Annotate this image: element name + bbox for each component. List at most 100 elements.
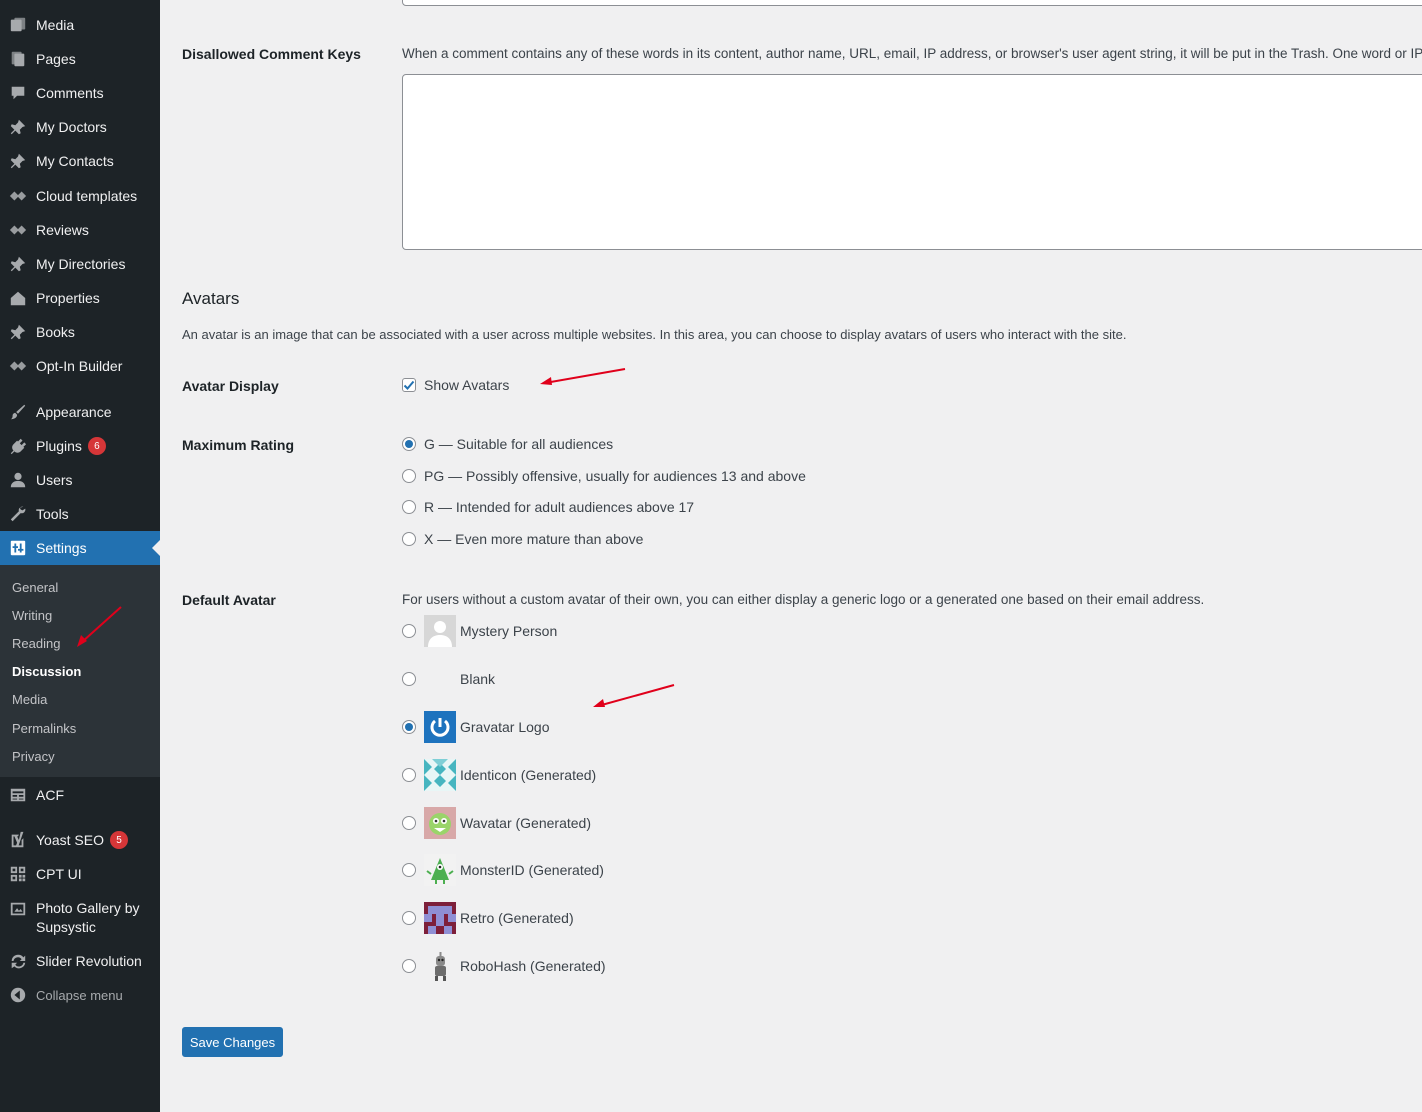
default-label-blank: Blank (460, 671, 496, 687)
default-label-wavatar: Wavatar (Generated) (460, 815, 591, 831)
default-radio-mystery[interactable] (402, 624, 416, 638)
plug-icon (8, 436, 28, 456)
collapse-menu-label: Collapse menu (36, 987, 123, 1003)
submenu-reading[interactable]: Reading (12, 636, 60, 651)
default-radio-blank[interactable] (402, 672, 416, 686)
menu-tools[interactable]: Tools (0, 497, 160, 531)
menu-cpt-ui[interactable]: CPT UI (0, 857, 160, 891)
rating-radio-g[interactable] (402, 437, 416, 451)
default-avatar-option-wavatar[interactable]: Wavatar (Generated) (402, 807, 591, 839)
default-avatar-option-identicon[interactable]: Identicon (Generated) (402, 759, 596, 791)
default-avatar-option-blank[interactable]: Blank (402, 663, 495, 695)
default-avatar-option-robohash[interactable]: RoboHash (Generated) (402, 950, 606, 982)
menu-media-label: Media (36, 17, 75, 33)
rating-radio-pg[interactable] (402, 469, 416, 483)
menu-plugins[interactable]: Plugins 6 (0, 429, 160, 463)
rating-option-pg[interactable]: PG — Possibly offensive, usually for aud… (402, 468, 806, 484)
menu-photo-gallery[interactable]: Photo Gallery by Supsystic (0, 899, 160, 939)
collapse-menu-button[interactable]: Collapse menu (0, 978, 160, 1012)
menu-cloud-templates[interactable]: Cloud templates (0, 179, 160, 213)
grid-icon (8, 864, 28, 884)
default-avatar-option-monsterid[interactable]: MonsterID (Generated) (402, 854, 604, 886)
diamond-icon (8, 220, 28, 240)
checkmark-icon (403, 380, 415, 390)
menu-yoast[interactable]: Yoast SEO 5 (0, 823, 160, 857)
menu-properties[interactable]: Properties (0, 281, 160, 315)
menu-reviews-label: Reviews (36, 222, 89, 238)
rating-option-x[interactable]: X — Even more mature than above (402, 531, 643, 547)
menu-acf[interactable]: ACF (0, 778, 160, 812)
default-label-mystery: Mystery Person (460, 623, 558, 639)
rating-radio-r[interactable] (402, 500, 416, 514)
default-avatar-option-gravatar[interactable]: Gravatar Logo (402, 711, 550, 743)
submenu-discussion[interactable]: Discussion (12, 664, 81, 679)
comments-icon (8, 83, 28, 103)
rating-radio-x[interactable] (402, 532, 416, 546)
building-icon (8, 288, 28, 308)
rating-option-g[interactable]: G — Suitable for all audiences (402, 436, 613, 452)
show-avatars-option[interactable]: Show Avatars (402, 377, 509, 393)
default-radio-wavatar[interactable] (402, 816, 416, 830)
gallery-icon (8, 899, 28, 919)
menu-my-doctors[interactable]: My Doctors (0, 110, 160, 144)
menu-pages-label: Pages (36, 51, 76, 67)
menu-books[interactable]: Books (0, 315, 160, 349)
menu-slider-revolution[interactable]: Slider Revolution (0, 944, 160, 978)
menu-comments[interactable]: Comments (0, 76, 160, 110)
default-label-robohash: RoboHash (Generated) (460, 958, 606, 974)
save-changes-button[interactable]: Save Changes (182, 1027, 283, 1057)
wavatar-icon (424, 807, 456, 839)
default-avatar-option-retro[interactable]: Retro (Generated) (402, 902, 574, 934)
show-avatars-checkbox[interactable] (402, 378, 416, 392)
menu-settings-label: Settings (36, 540, 87, 556)
menu-cpt-ui-label: CPT UI (36, 866, 82, 882)
diamond-icon (8, 356, 28, 376)
default-radio-identicon[interactable] (402, 768, 416, 782)
yoast-icon (8, 830, 28, 850)
menu-appearance[interactable]: Appearance (0, 395, 160, 429)
pin-icon (8, 322, 28, 342)
rating-option-r[interactable]: R — Intended for adult audiences above 1… (402, 499, 694, 515)
menu-pages[interactable]: Pages (0, 42, 160, 76)
submenu-media[interactable]: Media (12, 692, 47, 707)
table-icon (8, 785, 28, 805)
menu-my-contacts[interactable]: My Contacts (0, 144, 160, 178)
rating-label-x: X — Even more mature than above (424, 531, 644, 547)
default-radio-monsterid[interactable] (402, 863, 416, 877)
menu-users[interactable]: Users (0, 463, 160, 497)
paintbrush-icon (8, 402, 28, 422)
disallowed-keys-textarea[interactable] (402, 74, 1422, 250)
menu-optin-builder[interactable]: Opt-In Builder (0, 349, 160, 383)
default-label-monsterid: MonsterID (Generated) (460, 862, 604, 878)
menu-photo-gallery-label: Photo Gallery by Supsystic (36, 899, 140, 937)
submenu-permalinks[interactable]: Permalinks (12, 721, 76, 736)
rating-label-g: G — Suitable for all audiences (424, 436, 614, 452)
menu-slider-revolution-label: Slider Revolution (36, 953, 142, 969)
menu-photo-gallery-line1: Photo Gallery by (36, 900, 140, 916)
submenu-writing[interactable]: Writing (12, 608, 52, 623)
menu-my-directories[interactable]: My Directories (0, 247, 160, 281)
menu-settings[interactable]: Settings (0, 531, 160, 565)
submenu-general[interactable]: General (12, 580, 58, 595)
default-label-retro: Retro (Generated) (460, 910, 574, 926)
pin-icon (8, 254, 28, 274)
disallowed-keys-description: When a comment contains any of these wor… (402, 46, 1422, 61)
menu-photo-gallery-line2: Supsystic (36, 919, 96, 935)
pages-icon (8, 49, 28, 69)
default-radio-robohash[interactable] (402, 959, 416, 973)
menu-reviews[interactable]: Reviews (0, 213, 160, 247)
menu-books-label: Books (36, 324, 75, 340)
admin-sidebar: Media Pages Comments My Doctors My Conta… (0, 0, 160, 1112)
avatar-display-label: Avatar Display (182, 378, 279, 394)
default-avatar-option-mystery[interactable]: Mystery Person (402, 615, 557, 647)
active-menu-pointer (152, 540, 160, 556)
submenu-privacy[interactable]: Privacy (12, 749, 55, 764)
rating-label-r: R — Intended for adult audiences above 1… (424, 499, 695, 515)
annotation-arrow-show-avatars (540, 368, 626, 385)
default-radio-retro[interactable] (402, 911, 416, 925)
retro-icon (424, 902, 456, 934)
diamond-icon (8, 186, 28, 206)
mystery-person-icon (424, 615, 456, 647)
default-radio-gravatar[interactable] (402, 720, 416, 734)
menu-media[interactable]: Media (0, 8, 160, 42)
